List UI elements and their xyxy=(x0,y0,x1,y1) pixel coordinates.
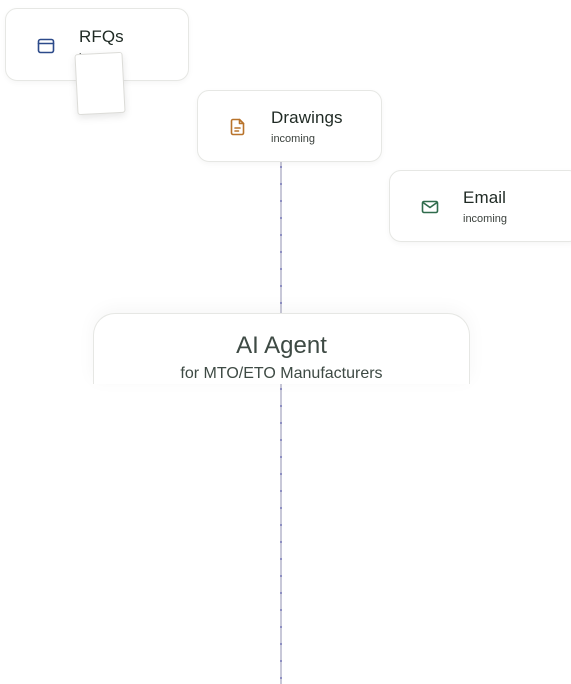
email-title: Email xyxy=(463,188,507,207)
ai-agent-subtitle: for MTO/ETO Manufacturers xyxy=(180,365,383,382)
ai-agent-title: AI Agent xyxy=(236,332,327,359)
drawings-subtitle: incoming xyxy=(271,133,316,145)
drawings-card[interactable]: Drawings incoming xyxy=(197,90,382,162)
drawings-title: Drawings xyxy=(271,108,343,127)
email-card[interactable]: Email incoming xyxy=(389,170,571,242)
connector-line-bottom xyxy=(280,383,282,684)
browser-window-icon xyxy=(36,36,56,56)
connector-line-top xyxy=(280,161,282,313)
document-icon xyxy=(228,117,248,137)
rfqs-title: RFQs xyxy=(79,27,124,46)
mail-icon xyxy=(420,197,440,217)
paper-sheet xyxy=(74,51,126,116)
ai-agent-card[interactable]: AI Agent for MTO/ETO Manufacturers xyxy=(93,313,470,384)
email-subtitle: incoming xyxy=(463,213,508,225)
